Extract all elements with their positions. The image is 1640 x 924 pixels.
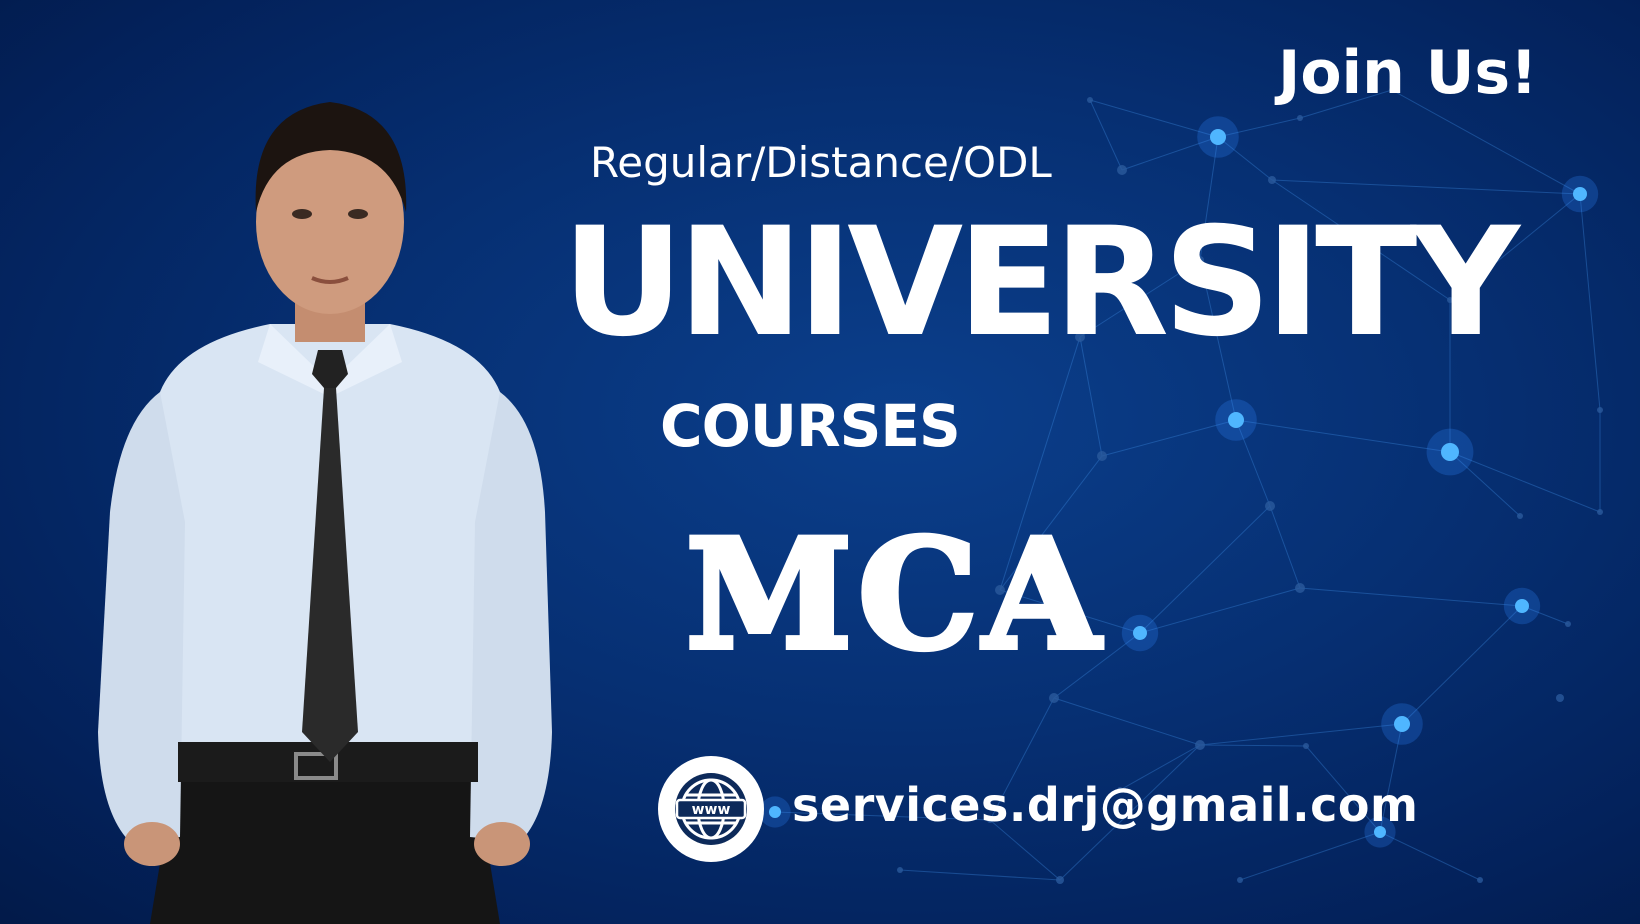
network-link xyxy=(1199,744,1307,747)
network-node xyxy=(1556,694,1564,702)
network-node xyxy=(1573,187,1587,201)
network-node xyxy=(1117,165,1127,175)
network-node xyxy=(1265,501,1275,511)
network-node xyxy=(1477,877,1483,883)
man-in-shirt-and-tie-photo xyxy=(98,102,552,924)
subheadline-courses: COURSES xyxy=(660,392,961,460)
headline-university: UNIVERSITY xyxy=(562,196,1520,370)
network-node xyxy=(1597,509,1603,515)
network-node xyxy=(1565,621,1571,627)
network-node xyxy=(897,867,903,873)
network-node xyxy=(1210,129,1226,145)
network-link xyxy=(1579,193,1601,411)
network-node xyxy=(1441,443,1459,461)
network-node xyxy=(1056,876,1064,884)
contact-email: services.drj@gmail.com xyxy=(792,778,1419,832)
join-us-label: Join Us! xyxy=(1278,38,1538,108)
network-node xyxy=(1517,513,1523,519)
network-link xyxy=(1053,697,1201,746)
network-node xyxy=(769,806,781,818)
study-modes-label: Regular/Distance/ODL xyxy=(590,138,1052,187)
network-link xyxy=(1401,605,1523,725)
network-node xyxy=(1228,412,1244,428)
network-link xyxy=(899,869,1061,881)
network-node xyxy=(1515,599,1529,613)
network-node xyxy=(1097,451,1107,461)
network-node xyxy=(1087,97,1093,103)
network-node xyxy=(1049,693,1059,703)
network-node xyxy=(1597,407,1603,413)
network-link xyxy=(1379,831,1481,881)
network-link xyxy=(1299,587,1523,607)
network-node xyxy=(1268,176,1276,184)
network-node xyxy=(1297,115,1303,121)
network-node xyxy=(1394,716,1410,732)
course-name: MCA xyxy=(683,507,1106,683)
svg-text:www: www xyxy=(692,802,731,818)
network-link xyxy=(1235,419,1451,453)
network-link xyxy=(1089,99,1123,171)
network-node xyxy=(1295,583,1305,593)
network-link xyxy=(1139,587,1301,634)
network-node xyxy=(1303,743,1309,749)
network-link xyxy=(1271,179,1581,195)
network-node xyxy=(1133,626,1147,640)
network-link xyxy=(1269,505,1301,589)
network-link xyxy=(1199,723,1403,746)
network-link xyxy=(1449,451,1601,513)
globe-www-icon: www xyxy=(658,756,764,862)
network-link xyxy=(1239,831,1381,881)
network-link xyxy=(1139,505,1271,634)
network-node xyxy=(1237,877,1243,883)
network-node xyxy=(1195,740,1205,750)
network-link xyxy=(1101,419,1237,457)
